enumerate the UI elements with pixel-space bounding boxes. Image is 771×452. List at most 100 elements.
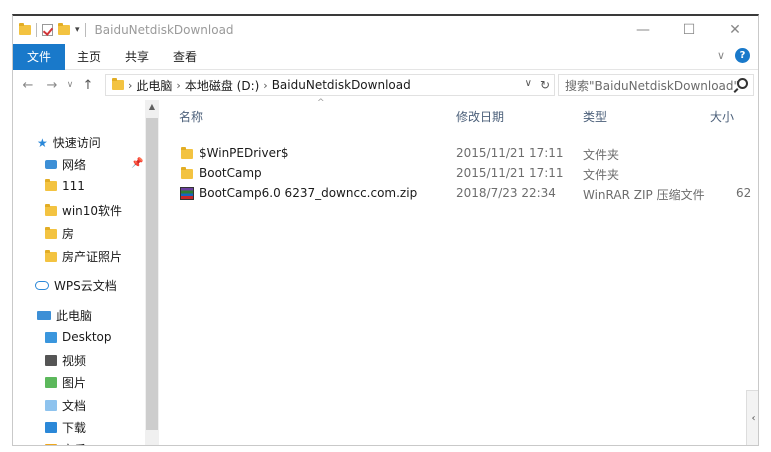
- divider: [36, 23, 37, 37]
- properties-icon[interactable]: [42, 24, 53, 36]
- forward-arrow-icon[interactable]: →: [43, 78, 61, 93]
- table-row[interactable]: $WinPEDriver$ 2015/11/21 17:11 文件夹: [163, 144, 758, 164]
- cloud-icon: [35, 281, 49, 290]
- sort-ascending-icon: ^: [317, 98, 325, 108]
- download-icon: [45, 422, 57, 433]
- back-arrow-icon[interactable]: ←: [19, 78, 37, 93]
- music-icon: [45, 444, 57, 445]
- customize-toolbar-chevron-icon[interactable]: ▾: [75, 25, 80, 35]
- folder-icon: [181, 147, 193, 162]
- pin-icon[interactable]: 📌: [131, 158, 143, 169]
- sidebar-item-documents[interactable]: 文档: [45, 397, 86, 414]
- column-header-name[interactable]: 名称: [179, 108, 203, 125]
- tab-view[interactable]: 查看: [161, 44, 209, 70]
- file-list: ^ 名称 修改日期 类型 大小 $WinPEDriver$ 2015/11/21…: [163, 98, 758, 445]
- sidebar-item-label: 房: [62, 227, 75, 241]
- breadcrumb-separator[interactable]: ›: [128, 79, 132, 92]
- close-button[interactable]: ✕: [712, 16, 758, 44]
- tab-share[interactable]: 共享: [113, 44, 161, 70]
- sidebar-item-label: 下载: [62, 421, 87, 435]
- sidebar-item-downloads[interactable]: 下载: [45, 419, 86, 436]
- address-history-chevron-icon[interactable]: ∨: [525, 78, 532, 92]
- sidebar-item-this-pc[interactable]: 此电脑: [37, 307, 92, 324]
- file-name: BootCamp: [199, 166, 262, 180]
- title-bar: ▾ BaiduNetdiskDownload — ☐ ✕: [13, 16, 758, 44]
- sidebar-item-111[interactable]: 111: [45, 179, 85, 193]
- up-arrow-icon[interactable]: ↑: [79, 78, 97, 93]
- search-input[interactable]: 搜索"BaiduNetdiskDownload": [558, 74, 754, 96]
- window-controls: — ☐ ✕: [620, 16, 758, 44]
- breadcrumb-this-pc[interactable]: 此电脑: [136, 77, 172, 94]
- folder-icon: [181, 167, 193, 182]
- sidebar-item-pictures[interactable]: 图片: [45, 374, 86, 391]
- sidebar-item-label: 图片: [62, 376, 87, 390]
- star-icon: ★: [37, 135, 48, 150]
- expand-ribbon-chevron-icon[interactable]: ∨: [717, 49, 725, 62]
- sidebar-item-fang[interactable]: 房: [45, 225, 74, 242]
- winrar-zip-icon: [180, 187, 194, 203]
- tab-home[interactable]: 主页: [65, 44, 113, 70]
- picture-icon: [45, 377, 57, 388]
- search-placeholder: 搜索"BaiduNetdiskDownload": [565, 78, 740, 93]
- folder-icon: [112, 78, 124, 90]
- sidebar-item-win10-software[interactable]: win10软件: [45, 202, 122, 219]
- table-row[interactable]: BootCamp6.0 6237_downcc.com.zip 2018/7/2…: [163, 184, 758, 204]
- sidebar-item-network[interactable]: 网络: [45, 156, 141, 173]
- refresh-icon[interactable]: ↻: [540, 78, 550, 92]
- file-date: 2015/11/21 17:11: [456, 166, 564, 180]
- sidebar-item-desktop[interactable]: Desktop: [45, 330, 112, 344]
- navigation-bar: ← → ∨ ↑ › 此电脑 › 本地磁盘 (D:) › BaiduNetdisk…: [13, 72, 758, 98]
- folder-icon: [45, 226, 57, 239]
- column-header-size[interactable]: 大小: [710, 108, 734, 125]
- sidebar-item-label: 文档: [62, 399, 87, 413]
- divider: [84, 23, 86, 37]
- ribbon-right-controls: ∨ ?: [717, 48, 750, 63]
- scrollbar-thumb[interactable]: [146, 118, 158, 430]
- table-row[interactable]: BootCamp 2015/11/21 17:11 文件夹: [163, 164, 758, 184]
- sidebar-scrollbar[interactable]: ▲: [145, 100, 159, 445]
- navigation-pane: ★ 快速访问 网络 📌 111 win10软件 房 房产证照片 WPS云文档 此…: [13, 100, 159, 445]
- desktop-icon: [45, 331, 57, 343]
- sidebar-item-label: Desktop: [62, 330, 112, 344]
- search-icon[interactable]: [737, 78, 748, 89]
- sidebar-item-property-photos[interactable]: 房产证照片: [45, 248, 122, 265]
- ribbon-tabs: 文件 主页 共享 查看 ∨ ?: [13, 43, 758, 70]
- breadcrumb-local-disk[interactable]: 本地磁盘 (D:): [185, 77, 259, 94]
- column-header-type[interactable]: 类型: [583, 108, 607, 125]
- folder-icon: [19, 23, 31, 35]
- file-name: BootCamp6.0 6237_downcc.com.zip: [199, 186, 418, 200]
- sidebar-item-quick-access[interactable]: ★ 快速访问: [37, 134, 101, 151]
- folder-icon: [45, 179, 57, 191]
- breadcrumb-separator[interactable]: ›: [176, 79, 180, 92]
- address-bar[interactable]: › 此电脑 › 本地磁盘 (D:) › BaiduNetdiskDownload…: [105, 74, 555, 96]
- sidebar-item-label: 视频: [62, 354, 87, 368]
- help-icon[interactable]: ?: [735, 48, 750, 63]
- file-date: 2015/11/21 17:11: [456, 146, 564, 160]
- file-type: 文件夹: [583, 168, 620, 182]
- breadcrumb-current-folder[interactable]: BaiduNetdiskDownload: [272, 78, 411, 92]
- maximize-button[interactable]: ☐: [666, 16, 712, 44]
- quick-access-toolbar: ▾ BaiduNetdiskDownload: [13, 23, 234, 37]
- explorer-window: ▾ BaiduNetdiskDownload — ☐ ✕ 文件 主页 共享 查看…: [12, 14, 759, 446]
- recent-locations-chevron-icon[interactable]: ∨: [61, 80, 79, 90]
- file-size: 62: [736, 186, 752, 200]
- scroll-up-arrow-icon[interactable]: ▲: [145, 102, 159, 111]
- folder-icon: [45, 203, 57, 216]
- minimize-button[interactable]: —: [620, 16, 666, 44]
- sidebar-item-videos[interactable]: 视频: [45, 352, 86, 369]
- sidebar-item-label: 111: [62, 179, 85, 193]
- video-icon: [45, 355, 57, 366]
- file-date: 2018/7/23 22:34: [456, 186, 556, 200]
- breadcrumb-separator[interactable]: ›: [263, 79, 267, 92]
- sidebar-item-music[interactable]: 音乐: [45, 441, 86, 445]
- document-icon: [45, 400, 57, 411]
- tab-file[interactable]: 文件: [13, 43, 66, 70]
- sidebar-item-label: 音乐: [62, 441, 86, 445]
- file-type: 文件夹: [583, 148, 620, 162]
- column-header-date[interactable]: 修改日期: [456, 108, 504, 125]
- preview-pane-toggle[interactable]: ‹: [746, 390, 758, 445]
- new-folder-icon[interactable]: [58, 23, 70, 35]
- sidebar-item-wps-cloud[interactable]: WPS云文档: [35, 277, 117, 294]
- computer-icon: [37, 311, 51, 320]
- address-actions: ∨ ↻: [525, 78, 550, 92]
